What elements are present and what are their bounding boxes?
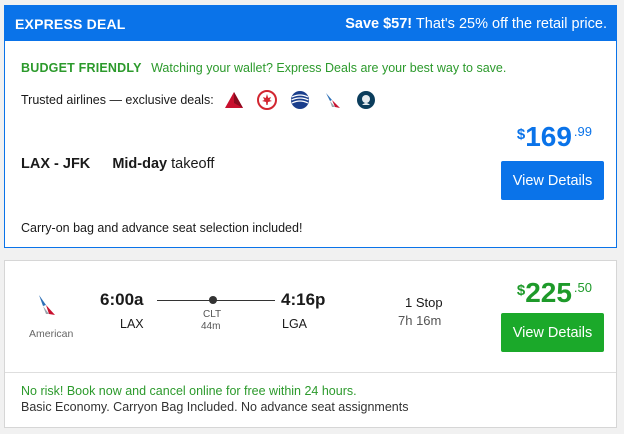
savings-amount: Save $57!: [345, 15, 413, 32]
express-view-details-button[interactable]: View Details: [501, 161, 604, 200]
flight-price: $ 225 .50: [517, 277, 592, 307]
departure-airport: LAX: [120, 317, 144, 331]
express-deal-header: EXPRESS DEAL Save $57! That's 25% off th…: [5, 6, 616, 41]
delta-logo-icon: [224, 90, 244, 110]
trusted-airlines-row: Trusted airlines — exclusive deals:: [21, 90, 376, 110]
united-logo-icon: [290, 90, 310, 110]
budget-friendly-tag: BUDGET FRIENDLY: [21, 61, 142, 75]
takeoff-label: takeoff: [167, 156, 215, 172]
price-main: 225: [525, 277, 572, 308]
price-dollar-sign: $: [516, 126, 526, 143]
arrival-airport: LGA: [282, 317, 308, 331]
alaska-logo-icon: [356, 90, 376, 110]
savings-text: Save $57! That's 25% off the retail pric…: [345, 16, 607, 32]
express-deal-title: EXPRESS DEAL: [15, 15, 126, 32]
no-risk-note: No risk! Book now and cancel online for …: [21, 384, 357, 398]
carrier-name: American: [29, 328, 74, 340]
air-canada-logo-icon: [256, 90, 277, 110]
price-cents: .50: [573, 280, 592, 295]
price-main: 169: [525, 121, 572, 152]
flight-view-details-button[interactable]: View Details: [501, 313, 604, 352]
budget-friendly-text: Watching your wallet? Express Deals are …: [151, 61, 507, 75]
departure-time: 6:00a: [100, 290, 144, 309]
trusted-airlines-label: Trusted airlines — exclusive deals:: [21, 93, 214, 107]
route-row: LAX - JFK Mid-day takeoff: [21, 156, 214, 172]
budget-friendly-row: BUDGET FRIENDLY Watching your wallet? Ex…: [21, 61, 506, 75]
american-logo-icon: [323, 90, 343, 110]
savings-detail: That's 25% off the retail price.: [412, 15, 607, 32]
stop-count: 1 Stop: [405, 295, 443, 310]
american-airlines-logo-icon: [38, 293, 56, 317]
carryon-note: Carry-on bag and advance seat selection …: [21, 221, 303, 235]
express-price: $ 169 .99: [517, 121, 592, 151]
arrival-time: 4:16p: [281, 290, 326, 309]
layover-duration: 44m: [201, 321, 221, 332]
route-text: LAX - JFK: [21, 156, 91, 172]
stop-dot: [209, 296, 217, 304]
express-deal-card: EXPRESS DEAL Save $57! That's 25% off th…: [4, 5, 617, 248]
airline-logos: [224, 90, 376, 110]
divider: [5, 372, 616, 373]
takeoff-time-label: Mid-day: [112, 156, 168, 172]
stop-airport: CLT: [203, 309, 222, 320]
price-dollar-sign: $: [516, 282, 526, 299]
price-cents: .99: [573, 124, 592, 139]
flight-result-card: American 6:00a LAX CLT 44m 4:16p LGA 1 S…: [4, 260, 617, 428]
fare-details: Basic Economy. Carryon Bag Included. No …: [21, 400, 409, 414]
total-duration: 7h 16m: [398, 313, 442, 328]
